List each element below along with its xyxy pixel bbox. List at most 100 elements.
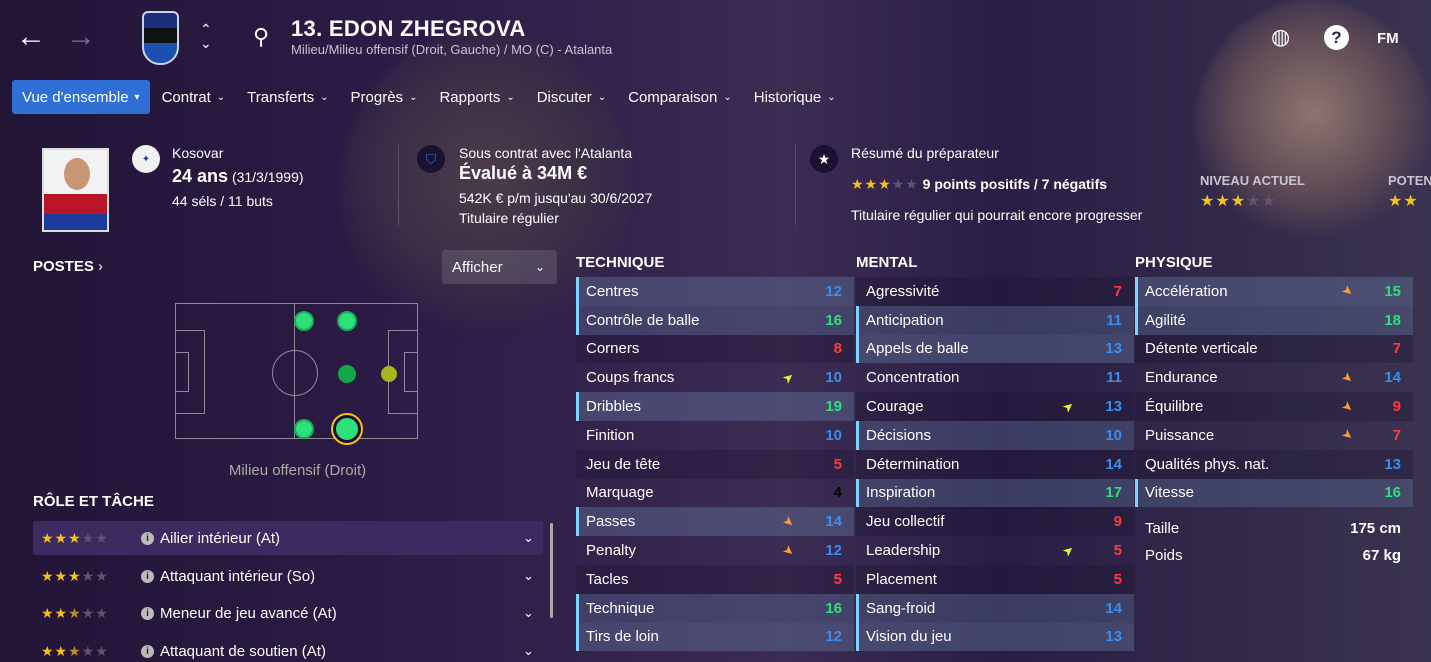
height-row: Taille 175 cm: [1135, 515, 1413, 542]
trend-down-icon: ➤: [1338, 368, 1357, 387]
position-dot-aml[interactable]: [337, 311, 357, 331]
position-dot-mr[interactable]: [294, 419, 314, 439]
attribute-name: Puissance: [1145, 426, 1215, 444]
divider: [795, 145, 796, 225]
role-row[interactable]: ★★★★★ i Meneur de jeu avancé (At) ⌄: [33, 596, 543, 630]
chevron-down-icon[interactable]: ⌄: [523, 568, 543, 584]
trend-down-icon: ➤: [779, 512, 798, 531]
attribute-row[interactable]: Accélération ➤ 15: [1135, 277, 1413, 306]
attribute-name: Qualités phys. nat.: [1145, 455, 1270, 473]
attribute-row[interactable]: Passes ➤ 14: [576, 507, 854, 537]
attribute-row[interactable]: Agilité 18: [1135, 305, 1413, 335]
search-icon[interactable]: ⚲: [253, 24, 269, 50]
attribute-name: Endurance: [1145, 369, 1218, 387]
trend-up-icon: ➤: [779, 368, 798, 387]
attribute-row[interactable]: Penalty ➤ 12: [576, 536, 854, 565]
chevron-down-icon[interactable]: ⌄: [523, 605, 543, 621]
tab-progres[interactable]: Progrès ⌄: [341, 80, 428, 114]
role-name: Attaquant intérieur (So): [160, 567, 316, 585]
attribute-value: 13: [1105, 398, 1122, 416]
attribute-row[interactable]: Détente verticale 7: [1135, 334, 1413, 364]
afficher-dropdown[interactable]: Afficher ⌄: [442, 250, 557, 284]
attribute-row[interactable]: Appels de balle 13: [856, 334, 1134, 364]
attribute-row[interactable]: Finition 10: [576, 421, 854, 450]
tab-contrat[interactable]: Contrat ⌄: [152, 80, 236, 114]
attribute-value: 7: [1392, 426, 1401, 444]
attribute-row[interactable]: Contrôle de balle 16: [576, 305, 854, 335]
tab-transferts[interactable]: Transferts ⌄: [237, 80, 338, 114]
attribute-row[interactable]: Agressivité 7: [856, 277, 1134, 306]
info-icon[interactable]: i: [141, 569, 154, 583]
prev-next-player-icon[interactable]: ⌃ ⌄: [200, 22, 212, 50]
back-arrow-icon[interactable]: ←: [16, 22, 46, 52]
position-dot-ml[interactable]: [294, 311, 314, 331]
attribute-row[interactable]: Placement 5: [856, 564, 1134, 594]
tab-rapports[interactable]: Rapports ⌄: [429, 80, 524, 114]
squad-status: Titulaire régulier: [459, 210, 559, 226]
roles-scrollbar[interactable]: [550, 523, 553, 618]
club-crest-icon[interactable]: [142, 11, 179, 65]
attribute-row[interactable]: Anticipation 11: [856, 305, 1134, 335]
attribute-row[interactable]: Jeu de tête 5: [576, 449, 854, 479]
chevron-down-icon: ⌄: [597, 91, 607, 103]
mental-list: Agressivité 7 Anticipation 11 Appels de ball…: [856, 277, 1134, 652]
role-row[interactable]: ★★★★★ i Ailier intérieur (At) ⌄: [33, 521, 543, 555]
attribute-row[interactable]: Centres 12: [576, 277, 854, 306]
chevron-down-icon[interactable]: ⌄: [523, 643, 543, 659]
role-row[interactable]: ★★★★★ i Attaquant de soutien (At) ⌄: [33, 634, 543, 662]
attribute-row[interactable]: Tirs de loin 12: [576, 622, 854, 652]
attribute-row[interactable]: Endurance ➤ 14: [1135, 363, 1413, 392]
tab-discuter[interactable]: Discuter ⌄: [527, 80, 616, 114]
attribute-row[interactable]: Qualités phys. nat. 13: [1135, 449, 1413, 479]
fm-menu-button[interactable]: FM: [1377, 30, 1399, 47]
attribute-row[interactable]: Vitesse 16: [1135, 478, 1413, 508]
attribute-row[interactable]: Équilibre ➤ 9: [1135, 392, 1413, 421]
left-six-yard: [175, 352, 189, 392]
attribute-row[interactable]: Leadership ➤ 5: [856, 536, 1134, 565]
positions-panel: POSTES › Afficher ⌄ Milieu offensif (Droi…: [20, 240, 560, 662]
chevron-down-icon[interactable]: ⌄: [523, 530, 543, 546]
attribute-value: 14: [1105, 455, 1122, 473]
positions-title[interactable]: POSTES ›: [33, 258, 103, 275]
help-icon[interactable]: ?: [1324, 25, 1349, 50]
tab-label: Rapports: [439, 88, 501, 106]
attribute-row[interactable]: Concentration 11: [856, 363, 1134, 392]
position-dot-amr-selected[interactable]: [331, 413, 363, 445]
attribute-row[interactable]: Sang-froid 14: [856, 593, 1134, 623]
attribute-row[interactable]: Vision du jeu 13: [856, 622, 1134, 652]
attribute-row[interactable]: Détermination 14: [856, 449, 1134, 479]
attribute-row[interactable]: Tacles 5: [576, 564, 854, 594]
attribute-row[interactable]: Technique 16: [576, 593, 854, 623]
attribute-value: 10: [825, 369, 842, 387]
attribute-row[interactable]: Corners 8: [576, 334, 854, 364]
attribute-value: 5: [1113, 542, 1122, 560]
attribute-name: Marquage: [586, 484, 654, 502]
attribute-row[interactable]: Jeu collectif 9: [856, 507, 1134, 537]
attribute-name: Appels de balle: [866, 340, 969, 358]
right-six-yard: [404, 352, 418, 392]
role-row[interactable]: ★★★★★ i Attaquant intérieur (So) ⌄: [33, 559, 543, 593]
attribute-row[interactable]: Puissance ➤ 7: [1135, 421, 1413, 450]
tab-vue-ensemble[interactable]: Vue d'ensemble ▾: [12, 80, 150, 114]
attribute-row[interactable]: Dribbles 19: [576, 392, 854, 421]
attribute-row[interactable]: Décisions 10: [856, 420, 1134, 450]
info-icon[interactable]: i: [141, 531, 154, 545]
attribute-row[interactable]: Marquage 4: [576, 479, 854, 508]
position-dot-st[interactable]: [381, 366, 397, 382]
trend-down-icon: ➤: [1338, 396, 1357, 416]
forward-arrow-icon[interactable]: →: [66, 22, 96, 52]
attribute-name: Tirs de loin: [586, 628, 659, 646]
attribute-row[interactable]: Coups francs ➤ 10: [576, 363, 854, 392]
attribute-value: 13: [1105, 340, 1122, 358]
attribute-value: 4: [833, 484, 842, 502]
position-dot-amc[interactable]: [338, 365, 356, 383]
attribute-name: Accélération: [1145, 282, 1228, 300]
attribute-row[interactable]: Courage ➤ 13: [856, 392, 1134, 421]
tab-historique[interactable]: Historique ⌄: [744, 80, 846, 114]
coach-stars: ★★★★★: [851, 176, 919, 192]
tab-comparaison[interactable]: Comparaison ⌄: [618, 80, 742, 114]
attribute-row[interactable]: Inspiration 17: [856, 478, 1134, 508]
info-icon[interactable]: i: [141, 606, 154, 620]
info-icon[interactable]: i: [141, 644, 154, 658]
globe-icon[interactable]: ◍: [1271, 24, 1290, 50]
